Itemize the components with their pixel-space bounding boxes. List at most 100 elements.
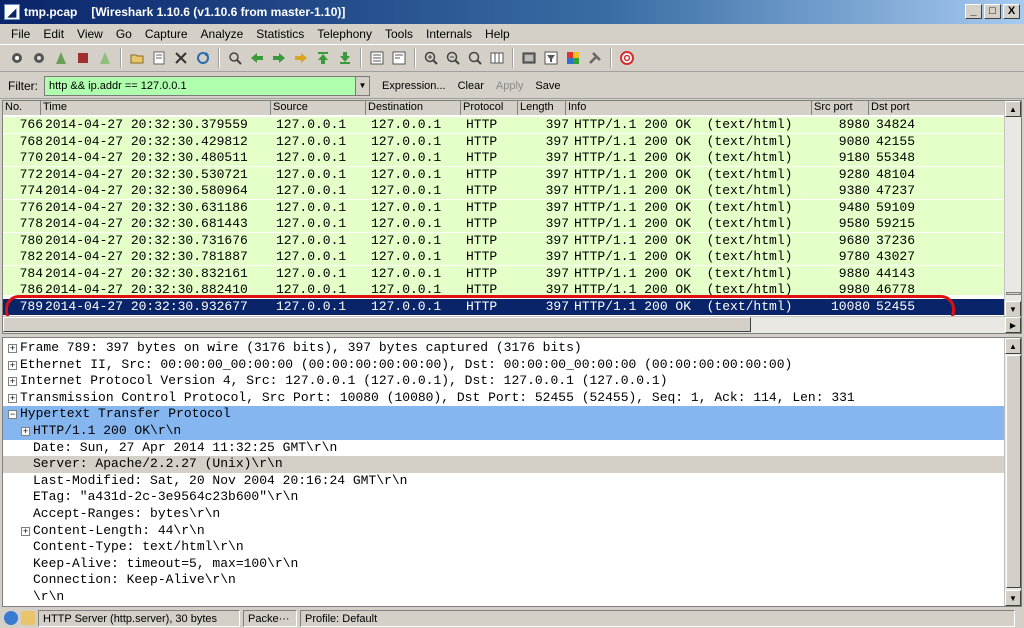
scroll-right-arrow-icon[interactable]: ▶ [1005,317,1021,333]
autoscroll-icon[interactable] [388,47,410,69]
filter-clear-button[interactable]: Clear [458,80,484,92]
filter-save-button[interactable]: Save [535,80,560,92]
filter-history-dropdown[interactable]: ▼ [356,75,370,96]
scroll-down-arrow-icon[interactable]: ▼ [1005,590,1021,606]
scroll-thumb[interactable] [1006,355,1021,588]
status-profile[interactable]: Profile: Default [300,609,1015,627]
expand-icon[interactable]: + [8,344,17,353]
expand-icon[interactable]: + [8,393,17,403]
column-header-length[interactable]: Length [518,101,566,115]
column-header-dst-port[interactable]: Dst port [869,101,1005,115]
detail-tree-item[interactable]: Server: Apache/2.2.27 (Unix)\r\n [3,456,1005,473]
go-last-icon[interactable] [334,47,356,69]
scroll-down-arrow-icon[interactable]: ▼ [1005,301,1021,317]
start-capture-icon[interactable] [50,47,72,69]
detail-tree-item[interactable]: + HTTP/1.1 200 OK\r\n [3,423,1005,440]
packet-row[interactable]: 784 2014-04-27 20:32:30.832161 127.0.0.1 12… [3,265,1005,282]
menu-internals[interactable]: Internals [419,27,478,41]
packet-row[interactable]: 774 2014-04-27 20:32:30.580964 127.0.0.1 12… [3,183,1005,200]
details-vertical-scrollbar[interactable]: ▲ ▼ [1004,338,1021,606]
capture-filters-icon[interactable] [518,47,540,69]
go-first-icon[interactable] [312,47,334,69]
expand-icon[interactable]: + [8,360,17,370]
maximize-button[interactable]: □ [984,4,1001,19]
colorize-icon[interactable] [366,47,388,69]
packet-row[interactable]: 786 2014-04-27 20:32:30.882410 127.0.0.1 12… [3,282,1005,295]
column-header-src-port[interactable]: Src port [812,101,869,115]
detail-tree-item[interactable]: \r\n [3,589,1005,606]
filter-apply-button[interactable]: Apply [496,80,524,92]
detail-tree-item[interactable]: + Frame 789: 397 bytes on wire (3176 bits… [3,340,1005,357]
detail-tree-item[interactable]: − Hypertext Transfer Protocol [3,406,1005,423]
detail-tree-item[interactable]: Date: Sun, 27 Apr 2014 11:32:25 GMT\r\n [3,440,1005,457]
packet-row[interactable]: 770 2014-04-27 20:32:30.480511 127.0.0.1 12… [3,150,1005,167]
menu-go[interactable]: Go [109,27,138,41]
save-file-icon[interactable] [148,47,170,69]
packet-row[interactable]: 776 2014-04-27 20:32:30.631186 127.0.0.1 12… [3,199,1005,216]
expand-icon[interactable]: + [8,377,17,387]
packet-row[interactable]: 780 2014-04-27 20:32:30.731676 127.0.0.1 12… [3,232,1005,249]
zoom-out-icon[interactable] [442,47,464,69]
detail-tree-item[interactable]: Keep-Alive: timeout=5, max=100\r\n [3,556,1005,573]
packet-list-vertical-scrollbar[interactable]: ▲ ▼ [1004,101,1021,317]
close-file-icon[interactable] [170,47,192,69]
packet-row[interactable]: 782 2014-04-27 20:32:30.781887 127.0.0.1 12… [3,249,1005,266]
detail-tree-item[interactable]: + Transmission Control Protocol, Src Port… [3,390,1005,407]
coloring-rules-icon[interactable] [562,47,584,69]
packet-list-horizontal-scrollbar[interactable]: ▶ [3,316,1021,333]
preferences-icon[interactable] [584,47,606,69]
column-header-protocol[interactable]: Protocol [461,101,518,115]
detail-tree-item[interactable]: + Internet Protocol Version 4, Src: 127.0… [3,373,1005,390]
detail-tree-item[interactable]: Content-Type: text/html\r\n [3,539,1005,556]
scroll-up-arrow-icon[interactable]: ▲ [1005,338,1021,354]
menu-view[interactable]: View [70,27,109,41]
column-header-no[interactable]: No. [3,101,41,115]
help-icon[interactable] [616,47,638,69]
interface-list-icon[interactable] [6,47,28,69]
go-to-packet-icon[interactable] [290,47,312,69]
detail-tree-item[interactable]: Last-Modified: Sat, 20 Nov 2004 20:16:24… [3,473,1005,490]
scroll-thumb[interactable] [1006,292,1021,295]
resize-columns-icon[interactable] [486,47,508,69]
minimize-button[interactable]: _ [965,4,982,19]
column-header-info[interactable]: Info [566,101,812,115]
expand-icon[interactable]: + [21,427,30,436]
capture-comment-icon[interactable] [21,611,35,625]
detail-tree-item[interactable]: Connection: Keep-Alive\r\n [3,572,1005,589]
packet-row[interactable]: 768 2014-04-27 20:32:30.429812 127.0.0.1 12… [3,133,1005,150]
menu-statistics[interactable]: Statistics [249,27,310,41]
display-filter-input[interactable]: http && ip.addr == 127.0.0.1 [44,75,356,96]
packet-row[interactable]: 766 2014-04-27 20:32:30.379559 127.0.0.1 12… [3,117,1005,134]
display-filters-icon[interactable] [540,47,562,69]
capture-options-icon[interactable] [28,47,50,69]
zoom-in-icon[interactable] [420,47,442,69]
filter-expression-button[interactable]: Expression... [382,80,446,92]
reload-icon[interactable] [192,47,214,69]
scroll-up-arrow-icon[interactable]: ▲ [1005,101,1021,117]
detail-tree-item[interactable]: ETag: "a431d-2c-3e9564c23b600"\r\n [3,489,1005,506]
menu-help[interactable]: Help [478,27,516,41]
open-file-icon[interactable] [126,47,148,69]
detail-tree-item[interactable]: + Content-Length: 44\r\n [3,523,1005,540]
packet-row[interactable]: 772 2014-04-27 20:32:30.530721 127.0.0.1 12… [3,166,1005,183]
detail-tree-item[interactable]: + Ethernet II, Src: 00:00:00_00:00:00 (00… [3,357,1005,374]
go-forward-icon[interactable] [268,47,290,69]
menu-file[interactable]: File [4,27,36,41]
close-button[interactable]: X [1003,4,1020,19]
menu-telephony[interactable]: Telephony [310,27,378,41]
horizontal-scroll-thumb[interactable] [3,317,751,332]
collapse-icon[interactable]: − [8,410,17,420]
expert-info-icon[interactable] [4,611,18,625]
expand-icon[interactable]: + [21,526,30,536]
column-header-destination[interactable]: Destination [366,101,461,115]
menu-edit[interactable]: Edit [36,27,70,41]
go-back-icon[interactable] [246,47,268,69]
find-packet-icon[interactable] [224,47,246,69]
menu-analyze[interactable]: Analyze [194,27,250,41]
restart-capture-icon[interactable] [94,47,116,69]
menu-capture[interactable]: Capture [138,27,194,41]
column-header-time[interactable]: Time [41,101,271,115]
detail-tree-item[interactable]: Accept-Ranges: bytes\r\n [3,506,1005,523]
packet-row[interactable]: 778 2014-04-27 20:32:30.681443 127.0.0.1 12… [3,216,1005,233]
column-header-source[interactable]: Source [271,101,366,115]
